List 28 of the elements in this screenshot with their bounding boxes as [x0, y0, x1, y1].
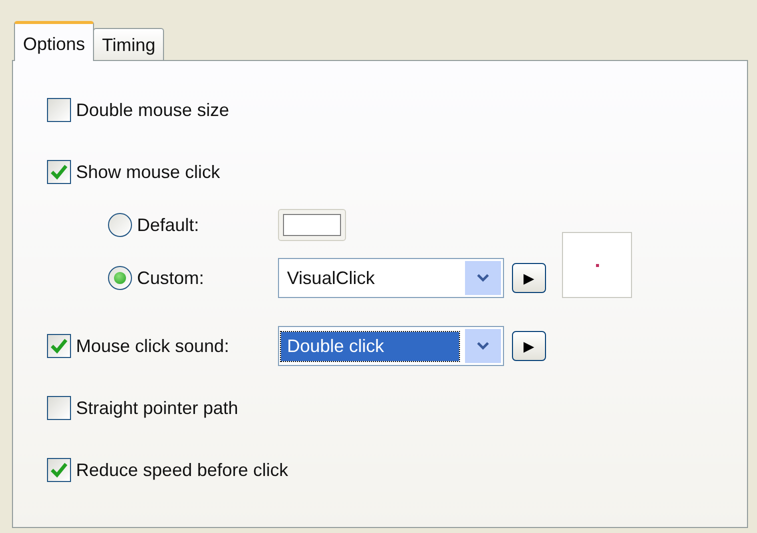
color-button[interactable] [278, 209, 346, 241]
check-icon [50, 163, 68, 181]
checkbox-label: Show mouse click [76, 162, 220, 182]
checkbox-label: Double mouse size [76, 100, 230, 120]
check-icon [50, 337, 68, 355]
chevron-icon[interactable] [465, 329, 501, 363]
checkbox[interactable] [47, 334, 71, 358]
dropdown[interactable]: VisualClick [278, 258, 504, 298]
dropdown-value: VisualClick [286, 268, 376, 288]
checkbox-label: Reduce speed before click [76, 460, 288, 480]
check-icon [50, 461, 68, 479]
checkbox[interactable] [47, 396, 71, 420]
checkbox-label: Mouse click sound: [76, 336, 230, 356]
tab[interactable]: Options [14, 21, 94, 61]
radio-label: Custom: [137, 268, 206, 288]
chevron-icon[interactable] [465, 261, 501, 295]
checkbox[interactable] [47, 160, 71, 184]
play-button[interactable]: ▶ [512, 263, 546, 293]
checkbox[interactable] [47, 458, 71, 482]
tab[interactable]: Timing [93, 28, 164, 60]
checkbox-label: Straight pointer path [76, 398, 238, 418]
dropdown-value: Double click [281, 332, 459, 360]
checkbox[interactable] [47, 98, 71, 122]
radio-button[interactable] [108, 266, 132, 290]
dropdown[interactable]: Double click [278, 326, 504, 366]
radio-button[interactable] [108, 213, 132, 237]
play-button[interactable]: ▶ [512, 331, 546, 361]
radio-label: Default: [137, 214, 200, 236]
